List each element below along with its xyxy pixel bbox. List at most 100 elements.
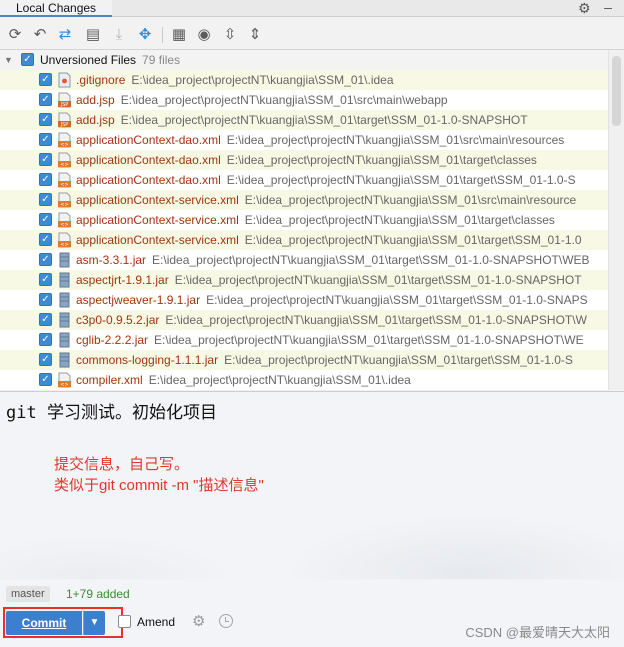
tab-local-changes[interactable]: Local Changes (0, 0, 113, 17)
svg-text:<>: <> (60, 222, 68, 228)
move-changelist-icon[interactable]: ✥ (136, 26, 154, 44)
xml-file-icon: <> (58, 232, 71, 248)
file-name-text: commons-logging-1.1.1.jar (76, 353, 219, 367)
file-row[interactable]: ✓ asm-3.3.1.jar E:\idea_project\projectNT\… (0, 250, 608, 270)
file-checkbox[interactable]: ✓ (39, 213, 52, 226)
file-row[interactable]: ✓ <> applicationContext-dao.xml E:\idea_pro… (0, 170, 608, 190)
file-name-text: aspectjweaver-1.9.1.jar (76, 293, 201, 307)
download-icon[interactable]: ⤓ (110, 26, 128, 44)
file-checkbox[interactable]: ✓ (39, 113, 52, 126)
file-name-text: applicationContext-service.xml (76, 233, 239, 247)
file-name: cglib-2.2.2.jar E:\idea_project\projectNT… (76, 333, 584, 347)
file-name: applicationContext-service.xml E:\idea_pr… (76, 233, 582, 247)
file-name: aspectjweaver-1.9.1.jar E:\idea_project\p… (76, 293, 588, 307)
file-row[interactable]: ✓ JSP add.jsp E:\idea_project\projectNT\kua… (0, 110, 608, 130)
gitignore-file-icon (58, 72, 71, 88)
file-checkbox[interactable]: ✓ (39, 233, 52, 246)
scrollbar-thumb[interactable] (612, 56, 621, 126)
unversioned-files-group[interactable]: ▼ ✓ Unversioned Files 79 files (0, 50, 608, 70)
file-row[interactable]: ✓ cglib-2.2.2.jar E:\idea_project\projectN… (0, 330, 608, 350)
xml-file-icon: <> (58, 192, 71, 208)
file-checkbox[interactable]: ✓ (39, 93, 52, 106)
file-checkbox[interactable]: ✓ (39, 353, 52, 366)
file-name-text: add.jsp (76, 113, 115, 127)
file-name: add.jsp E:\idea_project\projectNT\kuangji… (76, 93, 448, 107)
file-name: .gitignore E:\idea_project\projectNT\kuan… (76, 73, 394, 87)
diff-icon[interactable]: ⇄ (56, 26, 74, 44)
amend-checkbox[interactable] (118, 615, 131, 628)
expand-all-icon[interactable]: ⇳ (221, 26, 239, 44)
file-name-text: asm-3.3.1.jar (76, 253, 147, 267)
file-row[interactable]: ✓ aspectjrt-1.9.1.jar E:\idea_project\proj… (0, 270, 608, 290)
svg-text:JSP: JSP (60, 122, 69, 128)
file-path: E:\idea_project\projectNT\kuangjia\SSM_0… (165, 313, 587, 327)
changes-tree[interactable]: ▼ ✓ Unversioned Files 79 files ✓ .gitignor… (0, 50, 608, 390)
amend-label[interactable]: Amend (137, 615, 175, 629)
file-checkbox[interactable]: ✓ (39, 193, 52, 206)
commit-button[interactable]: Commit (6, 611, 82, 635)
chevron-down-icon[interactable]: ▼ (4, 54, 13, 66)
file-name: aspectjrt-1.9.1.jar E:\idea_project\proje… (76, 273, 582, 287)
toolbar-divider (162, 27, 163, 43)
file-row[interactable]: ✓ aspectjweaver-1.9.1.jar E:\idea_project\… (0, 290, 608, 310)
file-checkbox[interactable]: ✓ (39, 293, 52, 306)
refresh-icon[interactable]: ⟳ (6, 26, 24, 44)
gear-icon[interactable]: ⚙ (578, 0, 594, 16)
file-name-text: applicationContext-dao.xml (76, 153, 221, 167)
file-row[interactable]: ✓ commons-logging-1.1.1.jar E:\idea_projec… (0, 350, 608, 370)
file-path: E:\idea_project\projectNT\kuangjia\SSM_0… (120, 93, 448, 107)
file-path: E:\idea_project\projectNT\kuangjia\SSM_0… (244, 213, 555, 227)
file-path: E:\idea_project\projectNT\kuangjia\SSM_0… (154, 333, 584, 347)
commit-message-text[interactable]: git 学习测试。初始化项目 (6, 398, 217, 423)
group-by-icon[interactable]: ▦ (170, 26, 188, 44)
changes-summary: 1+79 added (66, 587, 130, 601)
file-name: asm-3.3.1.jar E:\idea_project\projectNT\k… (76, 253, 590, 267)
file-row[interactable]: ✓ <> applicationContext-service.xml E:\idea… (0, 230, 608, 250)
file-name: applicationContext-dao.xml E:\idea_projec… (76, 133, 564, 147)
file-checkbox[interactable]: ✓ (39, 333, 52, 346)
file-row[interactable]: ✓ <> applicationContext-dao.xml E:\idea_pro… (0, 130, 608, 150)
file-checkbox[interactable]: ✓ (39, 373, 52, 386)
xml-file-icon: <> (58, 212, 71, 228)
rollback-icon[interactable]: ↶ (31, 26, 49, 44)
file-checkbox[interactable]: ✓ (39, 153, 52, 166)
history-clock-icon[interactable] (219, 614, 233, 628)
show-options-icon[interactable]: ◉ (195, 26, 213, 44)
file-name: commons-logging-1.1.1.jar E:\idea_project… (76, 353, 573, 367)
xml-file-icon: <> (58, 152, 71, 168)
file-checkbox[interactable]: ✓ (39, 253, 52, 266)
file-name: add.jsp E:\idea_project\projectNT\kuangji… (76, 113, 528, 127)
branch-badge[interactable]: master (6, 586, 50, 602)
file-row[interactable]: ✓ <> applicationContext-service.xml E:\idea… (0, 190, 608, 210)
file-row[interactable]: ✓ <> applicationContext-dao.xml E:\idea_pro… (0, 150, 608, 170)
file-path: E:\idea_project\projectNT\kuangjia\SSM_0… (152, 253, 590, 267)
file-row[interactable]: ✓ <> applicationContext-service.xml E:\idea… (0, 210, 608, 230)
vertical-scrollbar[interactable] (608, 50, 624, 390)
tool-window-header: Local Changes ⚙ – (0, 0, 624, 17)
file-path: E:\idea_project\projectNT\kuangjia\SSM_0… (226, 133, 565, 147)
svg-text:JSP: JSP (60, 102, 69, 108)
file-checkbox[interactable]: ✓ (39, 73, 52, 86)
edit-source-icon[interactable]: ▤ (84, 26, 102, 44)
annotation-line-1: 提交信息，自己写。 (54, 456, 190, 473)
file-checkbox[interactable]: ✓ (39, 133, 52, 146)
file-row[interactable]: ✓ c3p0-0.9.5.2.jar E:\idea_project\project… (0, 310, 608, 330)
file-checkbox[interactable]: ✓ (39, 173, 52, 186)
jar-file-icon (58, 292, 71, 308)
file-row[interactable]: ✓ .gitignore E:\idea_project\projectNT\kua… (0, 70, 608, 90)
commit-options-gear-icon[interactable]: ⚙ (192, 613, 205, 631)
file-checkbox[interactable]: ✓ (39, 273, 52, 286)
file-name-text: c3p0-0.9.5.2.jar (76, 313, 160, 327)
file-checkbox[interactable]: ✓ (39, 313, 52, 326)
file-row[interactable]: ✓ <> compiler.xml E:\idea_project\projectNT… (0, 370, 608, 390)
file-row[interactable]: ✓ JSP add.jsp E:\idea_project\projectNT\kua… (0, 90, 608, 110)
minimize-icon[interactable]: – (600, 0, 616, 16)
commit-message-area[interactable]: git 学习测试。初始化项目 提交信息，自己写。 类似于git commit -… (0, 391, 624, 579)
background-cloud (0, 532, 240, 579)
file-name: applicationContext-dao.xml E:\idea_projec… (76, 173, 576, 187)
file-name-text: applicationContext-service.xml (76, 193, 239, 207)
group-checkbox[interactable]: ✓ (21, 53, 34, 66)
collapse-all-icon[interactable]: ⇕ (246, 26, 264, 44)
jar-file-icon (58, 252, 71, 268)
chevron-down-icon[interactable]: ▼ (83, 611, 105, 635)
